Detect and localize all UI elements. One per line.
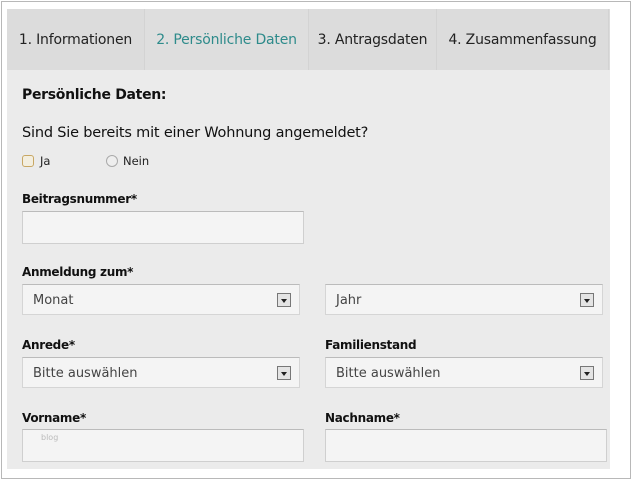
beitragsnummer-input[interactable] [22,211,304,244]
nachname-label: Nachname* [325,411,400,425]
month-select[interactable]: Monat [22,284,300,315]
window-frame: 1. Informationen 2. Persönliche Daten 3.… [1,1,631,479]
chevron-down-icon [580,366,594,380]
beitragsnummer-label: Beitragsnummer* [22,192,137,206]
year-select[interactable]: Jahr [325,284,603,315]
tab-zusammenfassung[interactable]: 4. Zusammenfassung [437,9,609,70]
anrede-select[interactable]: Bitte auswählen [22,357,300,388]
familienstand-label: Familienstand [325,338,417,352]
step-tabs: 1. Informationen 2. Persönliche Daten 3.… [7,9,610,70]
radio-ja[interactable] [22,155,34,167]
familienstand-select[interactable]: Bitte auswählen [325,357,603,388]
radio-nein[interactable] [106,155,118,167]
familienstand-select-value: Bitte auswählen [336,366,441,381]
nachname-input[interactable] [325,429,607,462]
tab-persoenliche-daten[interactable]: 2. Persönliche Daten [145,9,309,70]
section-title: Persönliche Daten: [22,87,167,103]
radio-ja-label: Ja [40,154,51,168]
year-select-value: Jahr [336,293,362,308]
chevron-down-icon [580,293,594,307]
tab-informationen[interactable]: 1. Informationen [7,9,145,70]
form-panel: 1. Informationen 2. Persönliche Daten 3.… [7,9,610,469]
anmeldung-label: Anmeldung zum* [22,265,134,279]
radio-nein-label: Nein [123,154,150,168]
watermark-text: blog [41,433,59,442]
anrede-select-value: Bitte auswählen [33,366,138,381]
question-text: Sind Sie bereits mit einer Wohnung angem… [22,125,369,141]
month-select-value: Monat [33,293,74,308]
vorname-label: Vorname* [22,411,86,425]
vorname-input[interactable]: blog [22,429,304,462]
tab-antragsdaten[interactable]: 3. Antragsdaten [309,9,437,70]
chevron-down-icon [277,366,291,380]
chevron-down-icon [277,293,291,307]
anrede-label: Anrede* [22,338,75,352]
